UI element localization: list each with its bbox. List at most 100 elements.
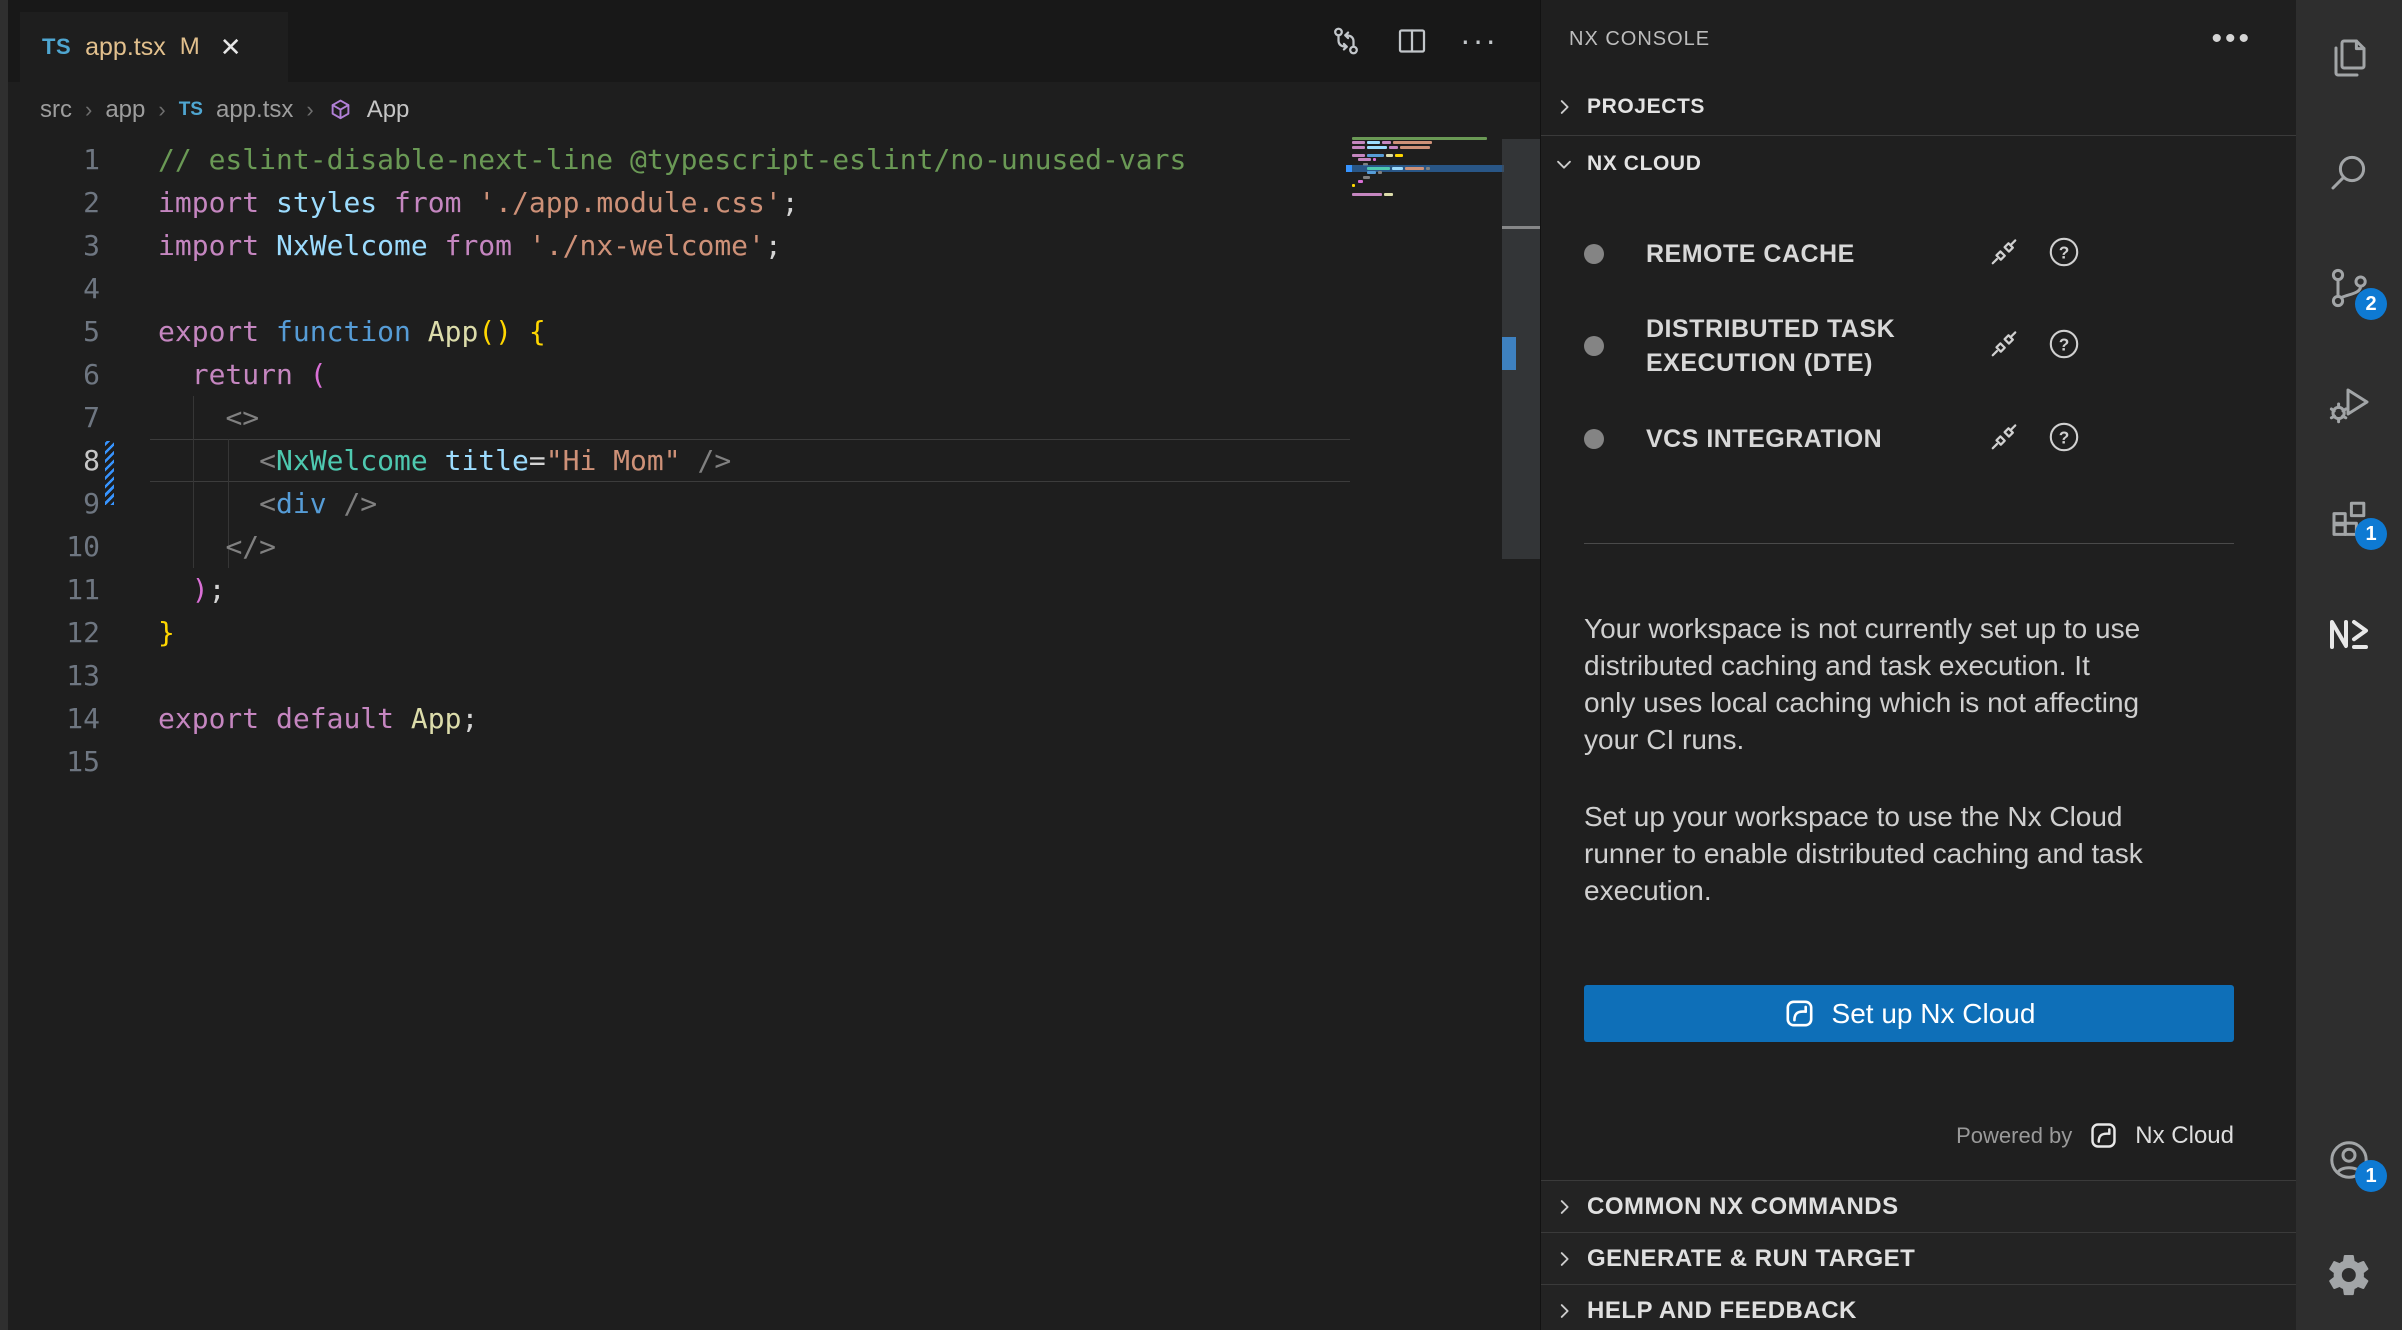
code-line-2: import styles from './app.module.css'; [158,181,1186,224]
line-number: 5 [0,310,100,353]
minimap[interactable] [1352,137,1502,201]
panel-title: NX CONSOLE [1569,28,1710,51]
split-editor-icon[interactable] [1394,23,1430,59]
help-icon[interactable]: ? [2046,419,2082,460]
open-changes-icon[interactable] [1328,23,1364,59]
chevron-right-icon [1553,1248,1575,1270]
close-tab-icon[interactable]: ✕ [220,32,242,63]
help-icon[interactable]: ? [2046,326,2082,367]
code-line-14: export default App; [158,697,1186,740]
section-label: NX CLOUD [1587,152,1701,176]
collapsed-sections: COMMON NX COMMANDS GENERATE & RUN TARGET H… [1541,1180,2296,1330]
connect-icon[interactable] [1986,419,2022,460]
minimap-line [1352,171,1502,174]
line-numbers-gutter: 123456789101112131415 [0,138,100,783]
activity-bar-source-control-icon[interactable]: 2 [2325,264,2373,312]
line-number: 9 [0,482,100,525]
nx-cloud-brand: Nx Cloud [2135,1122,2234,1150]
badge-count: 2 [2355,288,2387,320]
minimap-line [1352,197,1502,200]
activity-bar-settings-icon[interactable] [2325,1251,2373,1299]
section-common-nx-commands[interactable]: COMMON NX COMMANDS [1541,1180,2296,1232]
feature-label: DISTRIBUTED TASK EXECUTION (DTE) [1646,312,1986,380]
line-number: 4 [0,267,100,310]
chevron-right-icon [1553,1196,1575,1218]
breadcrumb: src›app›TSapp.tsx›App [0,82,1540,138]
setup-instruction-text: Set up your workspace to use the Nx Clou… [1584,798,2234,909]
nx-cloud-logo-icon [2088,1120,2119,1151]
code-line-15 [158,740,1186,783]
powered-by-label: Powered by [1956,1123,2072,1149]
chevron-down-icon [1553,153,1575,175]
section-help-and-feedback[interactable]: HELP AND FEEDBACK [1541,1284,2296,1330]
minimap-line [1352,193,1502,196]
connect-icon[interactable] [1986,326,2022,367]
setup-button-label: Set up Nx Cloud [1832,998,2036,1030]
svg-text:?: ? [2059,427,2070,447]
section-label: GENERATE & RUN TARGET [1587,1245,1915,1273]
minimap-line [1352,184,1502,187]
activity-bar-accounts-icon[interactable]: 1 [2325,1136,2373,1184]
window-left-edge [0,0,8,1330]
overview-ruler-modified-mark [1502,337,1516,370]
breadcrumb-separator: › [85,97,92,123]
section-label: COMMON NX COMMANDS [1587,1193,1899,1221]
minimap-line [1352,146,1502,149]
code-line-6: return ( [158,353,1186,396]
line-number: 8 [0,439,100,482]
code-line-8: <NxWelcome title="Hi Mom" /> [158,439,1186,482]
editor-group: TS app.tsx M ✕ ··· src›app›TSapp.tsx›App… [0,0,1540,1330]
code-line-11: ); [158,568,1186,611]
feature-label: VCS INTEGRATION [1646,422,1986,456]
section-projects[interactable]: PROJECTS [1541,78,2296,135]
activity-bar-nx-console-icon[interactable] [2325,609,2373,657]
section-label: PROJECTS [1587,95,1705,119]
breadcrumb-item[interactable]: app [105,96,145,124]
more-actions-icon[interactable]: ··· [1460,22,1498,59]
activity-bar: 2 1 1 [2296,0,2402,1330]
help-icon[interactable]: ? [2046,234,2082,275]
line-number: 11 [0,568,100,611]
nx-cloud-feature-distributed-task-execution-dte-: DISTRIBUTED TASK EXECUTION (DTE)? [1584,291,2234,401]
nx-cloud-feature-list: REMOTE CACHE?DISTRIBUTED TASK EXECUTION … [1584,217,2234,477]
section-nx-cloud[interactable]: NX CLOUD [1541,135,2296,191]
breadcrumb-item[interactable]: App [367,96,410,124]
code-line-3: import NxWelcome from './nx-welcome'; [158,224,1186,267]
activity-bar-search-icon[interactable] [2325,149,2373,197]
connect-icon[interactable] [1986,234,2022,275]
activity-bar-explorer-icon[interactable] [2325,34,2373,82]
line-number: 12 [0,611,100,654]
nx-cloud-logo-icon [1783,997,1816,1030]
symbol-cube-icon [327,97,354,124]
workspace-status-text: Your workspace is not currently set up t… [1584,610,2234,758]
svg-text:?: ? [2059,334,2070,354]
code-line-7: <> [158,396,1186,439]
overview-ruler-cursor-mark [1502,226,1540,229]
tab-app-tsx[interactable]: TS app.tsx M ✕ [20,12,288,82]
code-line-13 [158,654,1186,697]
line-number: 14 [0,697,100,740]
line-number: 13 [0,654,100,697]
line-number: 7 [0,396,100,439]
breadcrumb-separator: › [306,97,313,123]
activity-bar-run-debug-icon[interactable] [2325,379,2373,427]
code-editor[interactable]: 123456789101112131415 // eslint-disable-… [0,138,1540,1330]
editor-actions: ··· [1328,22,1498,59]
activity-bar-extensions-icon[interactable]: 1 [2325,494,2373,542]
line-number: 10 [0,525,100,568]
code-line-9: <div /> [158,482,1186,525]
badge-count: 1 [2355,1160,2387,1192]
typescript-file-icon: TS [42,34,71,60]
minimap-line [1352,137,1502,140]
nx-cloud-body: REMOTE CACHE?DISTRIBUTED TASK EXECUTION … [1541,217,2296,1151]
gutter-modified-marker [105,441,114,505]
breadcrumb-item[interactable]: src [40,96,72,124]
panel-more-actions-icon[interactable]: ••• [2211,34,2252,44]
status-dot-icon [1584,336,1604,356]
setup-nx-cloud-button[interactable]: Set up Nx Cloud [1584,985,2234,1042]
section-generate-run-target[interactable]: GENERATE & RUN TARGET [1541,1232,2296,1284]
minimap-line [1352,141,1502,144]
minimap-line [1352,154,1502,157]
breadcrumb-item[interactable]: app.tsx [216,96,293,124]
minimap-line [1352,180,1502,183]
